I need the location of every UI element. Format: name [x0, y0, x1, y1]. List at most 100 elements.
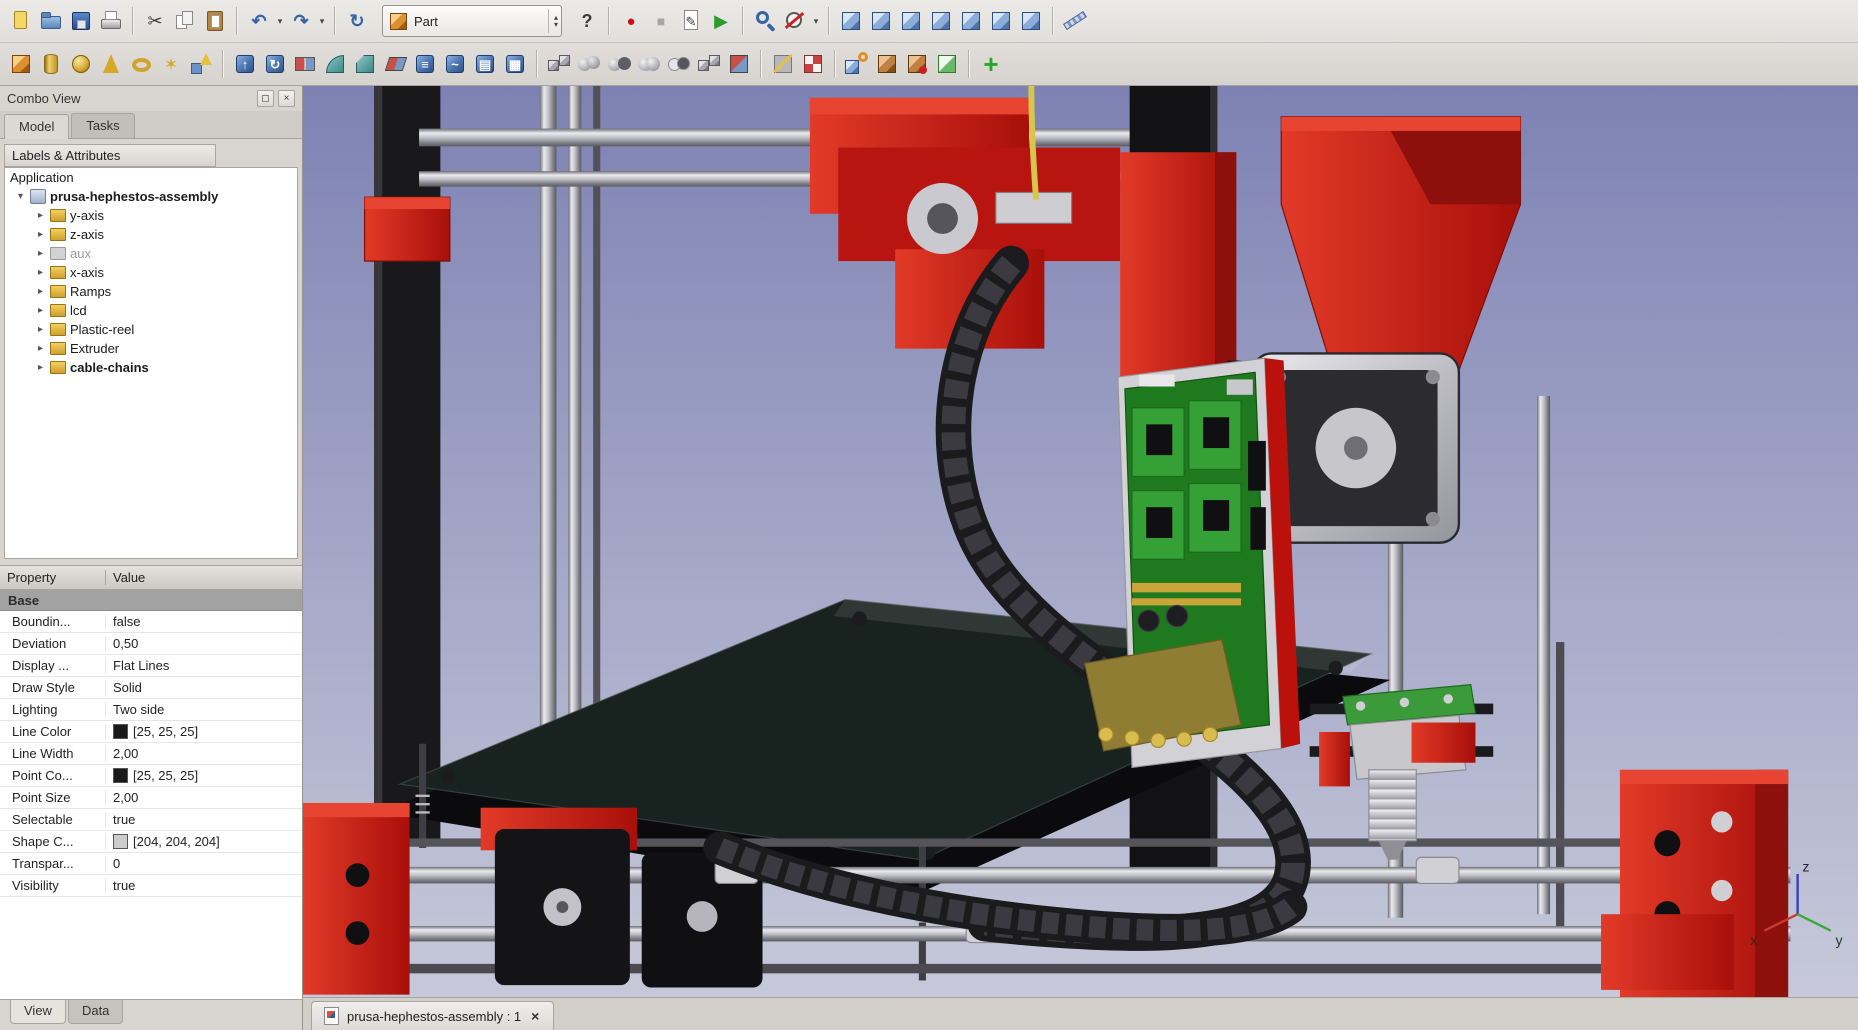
print-icon[interactable] — [96, 6, 126, 36]
save-icon[interactable] — [66, 6, 96, 36]
property-row-transparency[interactable]: Transpar... 0 — [0, 853, 302, 875]
part-cone-icon[interactable] — [96, 49, 126, 79]
extrude-icon[interactable]: ↑ — [230, 49, 260, 79]
refresh-icon[interactable]: ↻ — [342, 6, 372, 36]
expand-icon[interactable] — [35, 248, 46, 259]
property-row-draw-style[interactable]: Draw Style Solid — [0, 677, 302, 699]
ruled-surface-icon[interactable] — [380, 49, 410, 79]
mirror-icon[interactable] — [290, 49, 320, 79]
undo-dropdown-icon[interactable]: ▾ — [274, 6, 286, 36]
boolean-intersection-icon[interactable] — [664, 49, 694, 79]
workbench-spinner[interactable]: ▴▾ — [548, 9, 558, 33]
property-row-bounding-box[interactable]: Boundin... false — [0, 611, 302, 633]
check-geometry-icon[interactable] — [842, 49, 872, 79]
macro-stop-icon[interactable]: ■ — [646, 6, 676, 36]
tree-item-ramps[interactable]: Ramps — [5, 282, 297, 301]
boolean-union-icon[interactable] — [634, 49, 664, 79]
copy-icon[interactable] — [170, 6, 200, 36]
paste-icon[interactable] — [200, 6, 230, 36]
tree-item-x-axis[interactable]: x-axis — [5, 263, 297, 282]
property-row-shape-color[interactable]: Shape C... [204, 204, 204] — [0, 831, 302, 853]
3d-viewport[interactable]: z x y — [303, 86, 1858, 997]
boolean-icon[interactable] — [574, 49, 604, 79]
green-plus-icon[interactable]: + — [976, 49, 1006, 79]
shape-builder-icon[interactable] — [186, 49, 216, 79]
split-objects-icon[interactable] — [768, 49, 798, 79]
tree-item-aux[interactable]: aux — [5, 244, 297, 263]
open-document-icon[interactable] — [36, 6, 66, 36]
draw-style-icon[interactable] — [780, 6, 810, 36]
expand-icon[interactable] — [35, 229, 46, 240]
expand-icon[interactable] — [35, 267, 46, 278]
redo-dropdown-icon[interactable]: ▾ — [316, 6, 328, 36]
macro-play-icon[interactable]: ▶ — [706, 6, 736, 36]
property-row-deviation[interactable]: Deviation 0,50 — [0, 633, 302, 655]
value-column-header[interactable]: Value — [106, 570, 302, 585]
collapse-icon[interactable] — [15, 191, 26, 202]
convert-to-solid-icon[interactable] — [932, 49, 962, 79]
tree-item-extruder[interactable]: Extruder — [5, 339, 297, 358]
view-front-icon[interactable] — [866, 6, 896, 36]
property-row-line-color[interactable]: Line Color [25, 25, 25] — [0, 721, 302, 743]
property-row-selectable[interactable]: Selectable true — [0, 809, 302, 831]
new-document-icon[interactable] — [6, 6, 36, 36]
tree-item-application[interactable]: Application — [5, 168, 297, 187]
part-box-icon[interactable] — [6, 49, 36, 79]
refine-shape-icon[interactable] — [902, 49, 932, 79]
measure-distance-icon[interactable] — [1060, 6, 1090, 36]
part-torus-icon[interactable] — [126, 49, 156, 79]
defeaturing-icon[interactable] — [872, 49, 902, 79]
compound-tools-icon[interactable] — [694, 49, 724, 79]
whats-this-icon[interactable]: ? — [572, 6, 602, 36]
view-axonometric-icon[interactable] — [836, 6, 866, 36]
draw-style-dropdown-icon[interactable]: ▾ — [810, 6, 822, 36]
view-right-icon[interactable] — [926, 6, 956, 36]
expand-icon[interactable] — [35, 324, 46, 335]
cut-icon[interactable]: ✂ — [140, 6, 170, 36]
expand-icon[interactable] — [35, 286, 46, 297]
connect-objects-icon[interactable] — [724, 49, 754, 79]
property-row-lighting[interactable]: Lighting Two side — [0, 699, 302, 721]
float-panel-icon[interactable]: ◻ — [257, 90, 274, 107]
macro-record-icon[interactable]: ● — [616, 6, 646, 36]
view-top-icon[interactable] — [896, 6, 926, 36]
close-tab-icon[interactable]: × — [529, 1008, 541, 1024]
cross-sections-icon[interactable]: ▦ — [500, 49, 530, 79]
fillet-icon[interactable] — [320, 49, 350, 79]
tab-data[interactable]: Data — [68, 1000, 123, 1024]
undo-icon[interactable]: ↶ — [244, 6, 274, 36]
expand-icon[interactable] — [35, 343, 46, 354]
tab-model[interactable]: Model — [4, 114, 69, 139]
macro-edit-icon[interactable]: ✎ — [676, 6, 706, 36]
zoom-fit-icon[interactable] — [750, 6, 780, 36]
boolean-cut-icon[interactable] — [604, 49, 634, 79]
tab-view[interactable]: View — [10, 1000, 66, 1024]
tree-item-assembly[interactable]: prusa-hephestos-assembly — [5, 187, 297, 206]
property-row-point-size[interactable]: Point Size 2,00 — [0, 787, 302, 809]
workbench-selector[interactable]: Part ▴▾ — [382, 5, 562, 37]
expand-icon[interactable] — [35, 362, 46, 373]
property-row-visibility[interactable]: Visibility true — [0, 875, 302, 897]
chamfer-icon[interactable] — [350, 49, 380, 79]
property-group-base[interactable]: Base — [0, 590, 302, 611]
part-primitives-icon[interactable]: ✶ — [156, 49, 186, 79]
loft-icon[interactable]: ≡ — [410, 49, 440, 79]
tab-tasks[interactable]: Tasks — [71, 113, 134, 138]
property-row-point-color[interactable]: Point Co... [25, 25, 25] — [0, 765, 302, 787]
close-panel-icon[interactable]: × — [278, 90, 295, 107]
spinner-down-icon[interactable]: ▾ — [554, 21, 558, 28]
view-bottom-icon[interactable] — [986, 6, 1016, 36]
redo-icon[interactable]: ↷ — [286, 6, 316, 36]
property-row-display-mode[interactable]: Display ... Flat Lines — [0, 655, 302, 677]
sweep-icon[interactable]: ~ — [440, 49, 470, 79]
expand-icon[interactable] — [35, 210, 46, 221]
tree-item-cable-chains[interactable]: cable-chains — [5, 358, 297, 377]
part-cylinder-icon[interactable] — [36, 49, 66, 79]
make-compound-icon[interactable] — [544, 49, 574, 79]
property-row-line-width[interactable]: Line Width 2,00 — [0, 743, 302, 765]
view-rear-icon[interactable] — [956, 6, 986, 36]
tree-item-plastic-reel[interactable]: Plastic-reel — [5, 320, 297, 339]
part-sphere-icon[interactable] — [66, 49, 96, 79]
expand-icon[interactable] — [35, 305, 46, 316]
boolean-xor-icon[interactable] — [798, 49, 828, 79]
